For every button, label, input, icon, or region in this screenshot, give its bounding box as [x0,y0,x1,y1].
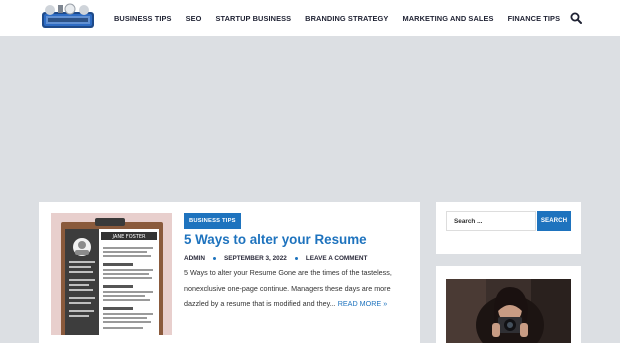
nav-item-startup-business[interactable]: STARTUP BUSINESS [216,14,292,23]
read-more-link[interactable]: READ MORE » [338,299,388,308]
comment-link[interactable]: LEAVE A COMMENT [306,255,368,262]
featured-photo[interactable] [446,279,571,343]
main-navigation: BUSINESS TIPS SEO STARTUP BUSINESS BRAND… [114,0,574,36]
meta-separator-dot [294,257,298,260]
nav-item-branding-strategy[interactable]: BRANDING STRATEGY [305,14,388,23]
nav-item-seo[interactable]: SEO [186,14,202,23]
resume-illustration: JANE FOSTER [51,213,172,335]
site-logo[interactable] [40,2,96,34]
post-meta: ADMIN SEPTEMBER 3, 2022 LEAVE A COMMENT [184,255,367,262]
nav-item-finance-tips[interactable]: FINANCE TIPS [508,14,561,23]
meta-separator-dot [212,257,216,260]
resume-name-text: JANE FOSTER [112,234,146,240]
search-icon[interactable] [570,12,582,24]
nav-item-marketing-and-sales[interactable]: MARKETING AND SALES [402,14,493,23]
post-excerpt: 5 Ways to alter your Resume Gone are the… [184,265,414,312]
site-header: BUSINESS TIPS SEO STARTUP BUSINESS BRAND… [0,0,620,36]
photographer-image [446,279,571,343]
post-title[interactable]: 5 Ways to alter your Resume [184,232,367,247]
post-date[interactable]: SEPTEMBER 3, 2022 [224,255,287,262]
sidebar-image-widget [436,266,581,343]
post-thumbnail[interactable]: JANE FOSTER [51,213,172,335]
category-badge[interactable]: BUSINESS TIPS [184,213,241,229]
search-input[interactable] [446,211,536,231]
sidebar-search-widget: SEARCH [436,202,581,254]
nav-item-business-tips[interactable]: BUSINESS TIPS [114,14,172,23]
post-author[interactable]: ADMIN [184,255,205,262]
search-button[interactable]: SEARCH [537,211,571,231]
post-card: JANE FOSTER BUSINESS TIPS 5 Ways to alte… [39,202,420,343]
